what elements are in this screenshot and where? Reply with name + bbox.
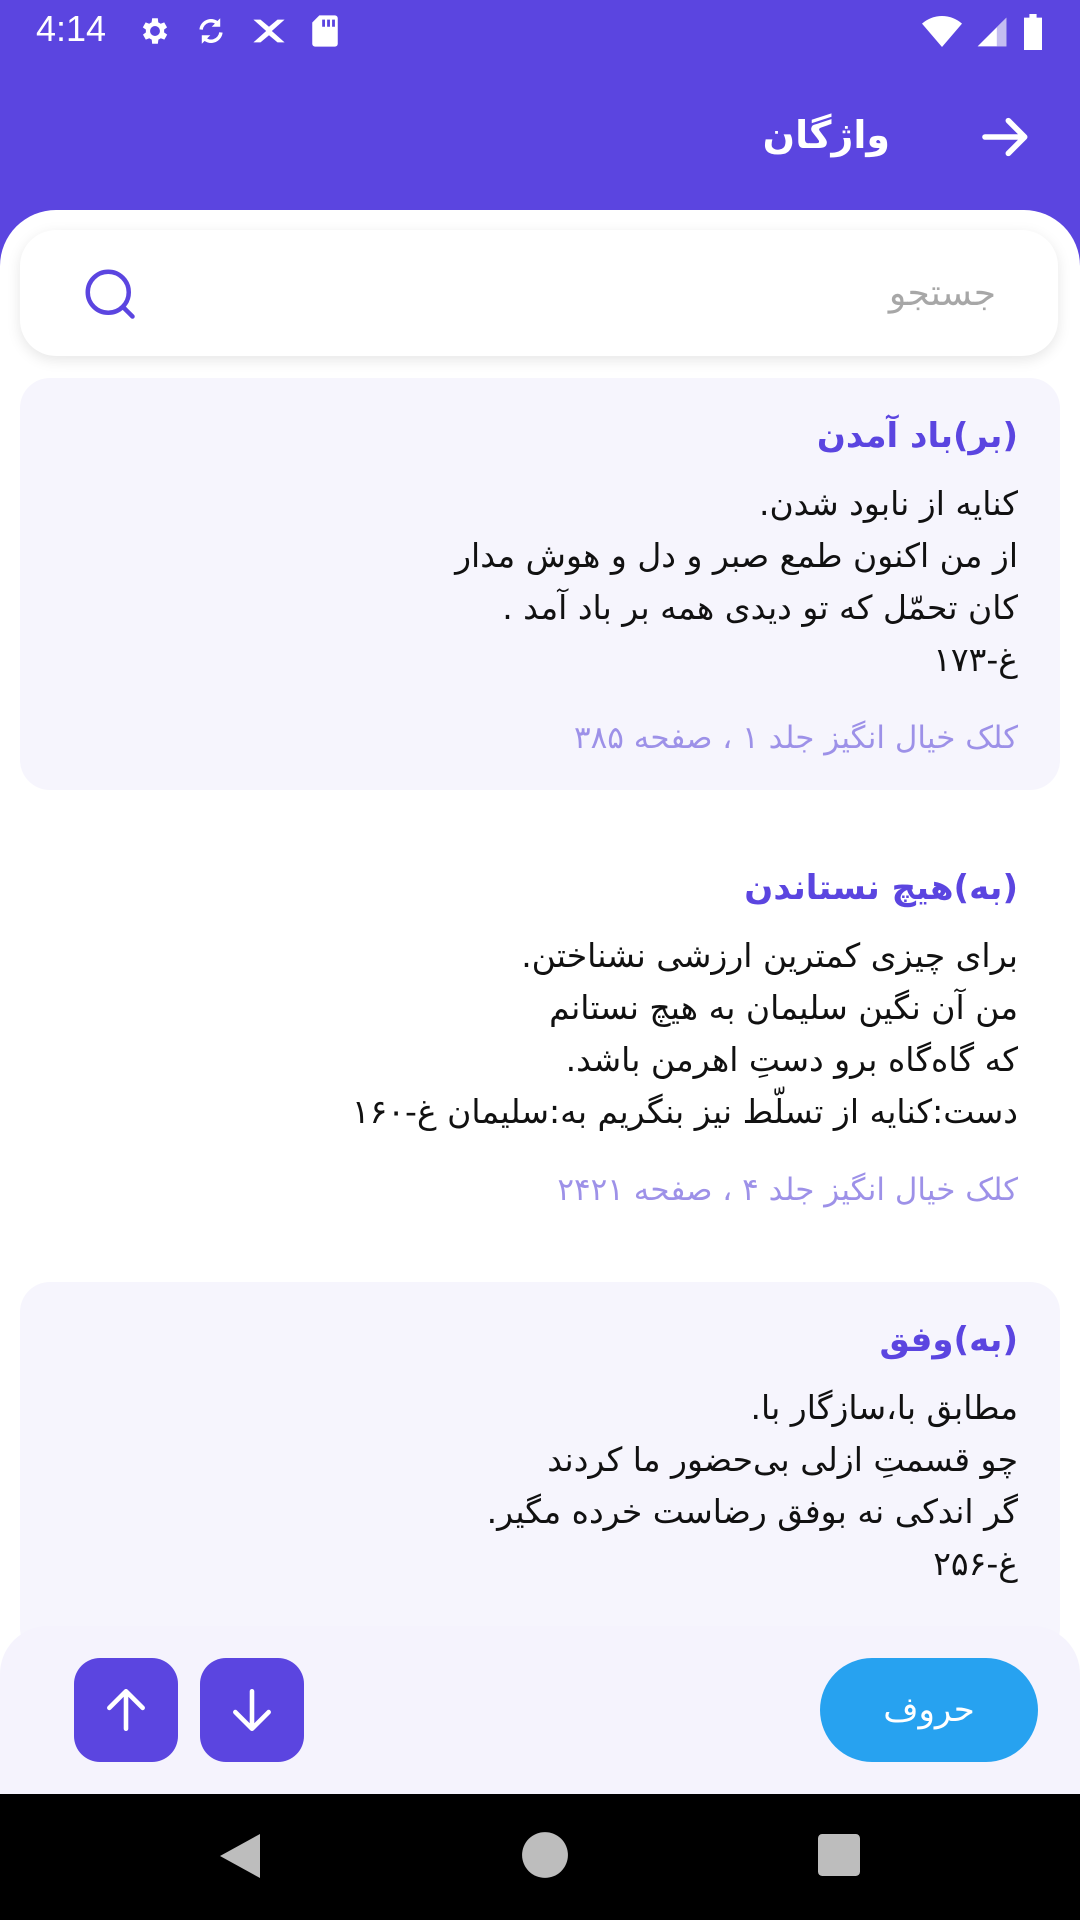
entry-body: برای چیزی کمترین ارزشی نشناختن. من آن نگ…: [351, 936, 1018, 1131]
entry-body: کنایه از نابود شدن. از من اکنون طمع صبر …: [455, 484, 1018, 679]
sd-card-icon: [312, 15, 338, 47]
letters-button[interactable]: حروف: [820, 1658, 1038, 1762]
app-bar: واژگان: [0, 63, 1080, 213]
back-button[interactable]: [978, 109, 1034, 165]
entry-source: کلک خیال انگیز جلد ۴ ، صفحه ۲۴۲۱: [557, 1172, 1018, 1208]
wifi-icon: [922, 16, 962, 47]
search-icon[interactable]: [82, 266, 142, 326]
search-bar: [20, 230, 1058, 356]
nav-back-icon[interactable]: [216, 1830, 264, 1882]
settings-icon: [142, 18, 168, 44]
status-bar: 4:14: [0, 0, 1080, 63]
entry-body: مطابق با،سازگار با. چو قسمتِ ازلی بی‌حضو…: [486, 1388, 1018, 1583]
list-item[interactable]: (به)وفق مطابق با،سازگار با. چو قسمتِ ازل…: [20, 1282, 1060, 1658]
search-input[interactable]: [174, 262, 998, 324]
battery-icon: [1024, 14, 1042, 50]
signal-icon: [977, 17, 1007, 47]
sync-icon: [199, 18, 223, 44]
system-nav-bar: [0, 1794, 1080, 1920]
nav-recents-icon[interactable]: [818, 1834, 860, 1876]
arrow-down-icon: [233, 1688, 271, 1732]
entry-title: (به)وفق: [879, 1320, 1018, 1360]
status-notification-icons: [138, 14, 340, 48]
arrow-right-icon: [982, 117, 1028, 157]
scroll-up-button[interactable]: [74, 1658, 178, 1762]
arrow-up-icon: [107, 1688, 145, 1732]
status-time: 4:14: [36, 8, 107, 49]
bottom-action-bar: حروف: [0, 1626, 1080, 1794]
list-item[interactable]: (به)هیچ نستاندن برای چیزی کمترین ارزشی ن…: [20, 830, 1060, 1242]
content-sheet: (بر)باد آمدن کنایه از نابود شدن. از من ا…: [0, 210, 1080, 1794]
quran-app-icon: [253, 19, 285, 43]
entry-title: (به)هیچ نستاندن: [744, 868, 1018, 908]
entry-title: (بر)باد آمدن: [816, 416, 1018, 456]
scroll-down-button[interactable]: [200, 1658, 304, 1762]
word-list: (بر)باد آمدن کنایه از نابود شدن. از من ا…: [0, 378, 1080, 1658]
nav-home-icon[interactable]: [520, 1830, 570, 1880]
status-system-icons: [922, 14, 1044, 50]
page-title: واژگان: [762, 113, 890, 157]
list-item[interactable]: (بر)باد آمدن کنایه از نابود شدن. از من ا…: [20, 378, 1060, 790]
entry-source: کلک خیال انگیز جلد ۱ ، صفحه ۳۸۵: [574, 720, 1018, 756]
